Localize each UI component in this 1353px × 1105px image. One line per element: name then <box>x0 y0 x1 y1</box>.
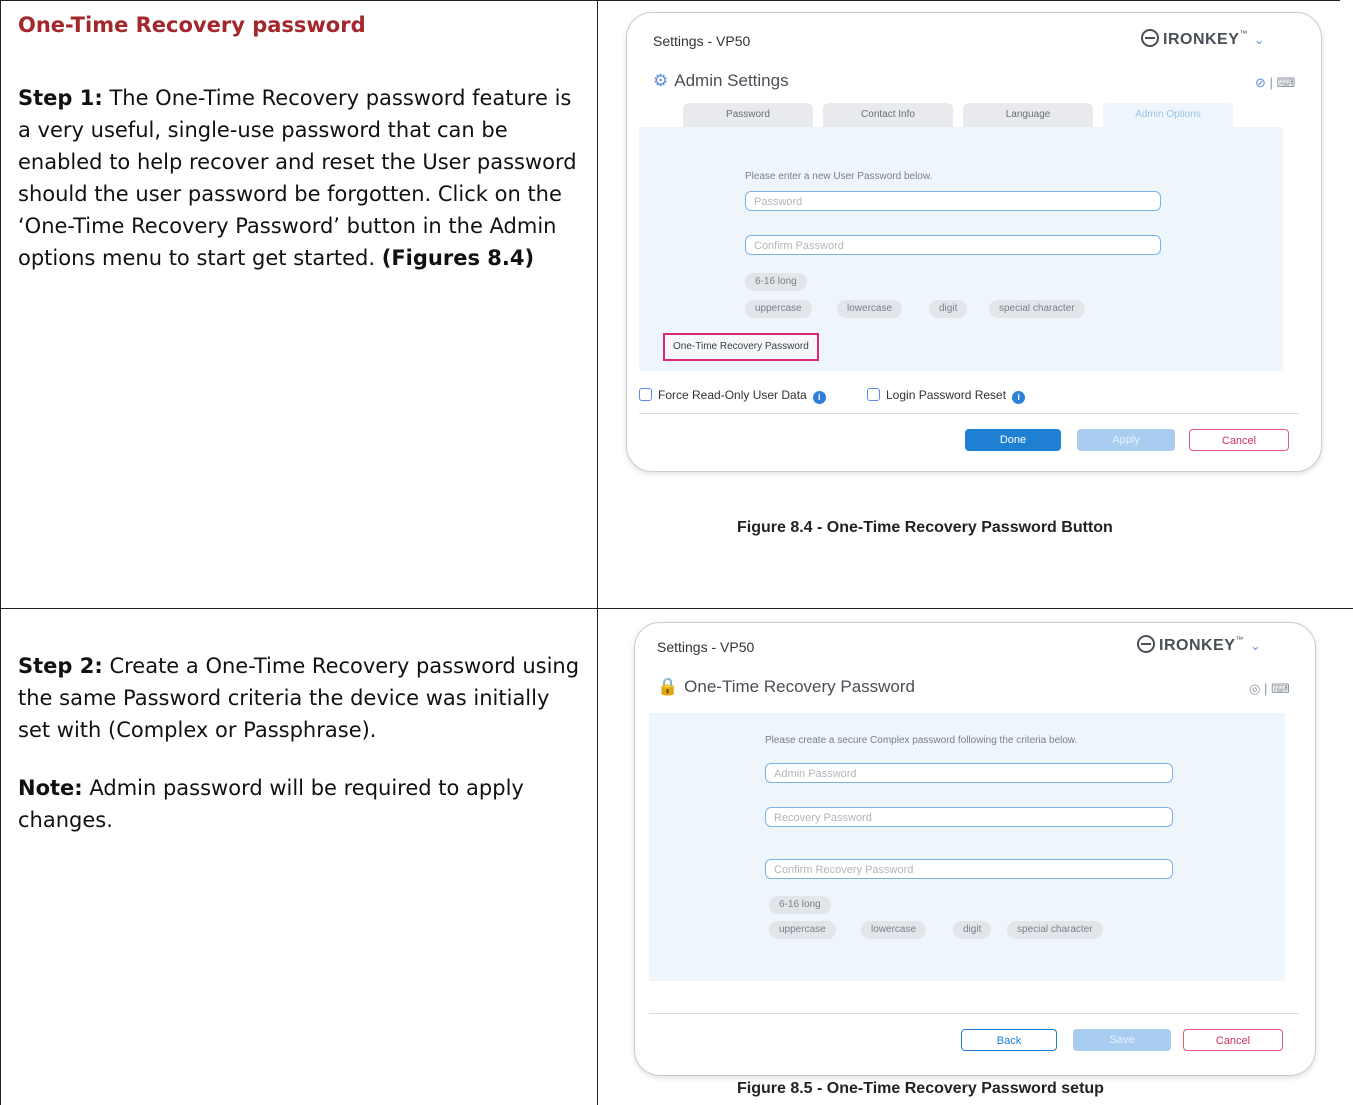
chevron-down-icon: ⌄ <box>1253 32 1266 47</box>
step2-label: Step 2: <box>18 654 103 678</box>
save-button[interactable]: Save <box>1073 1029 1171 1051</box>
ironkey-logo[interactable]: IRONKEY™ ⌄ <box>1141 29 1265 49</box>
brand-tm: ™ <box>1239 29 1248 38</box>
special-character-chip: special character <box>1007 921 1103 939</box>
length-chip: 6-16 long <box>745 273 807 291</box>
tab-admin-options[interactable]: Admin Options <box>1103 103 1233 127</box>
recovery-password-field[interactable]: Recovery Password <box>765 807 1173 827</box>
brand-name: IRONKEY <box>1159 637 1236 654</box>
table-column-divider <box>597 0 598 1105</box>
cancel-button[interactable]: Cancel <box>1189 429 1289 451</box>
section-title: One-Time Recovery password <box>18 13 366 37</box>
step2-paragraph: Step 2: Create a One-Time Recovery passw… <box>18 650 583 746</box>
info-icon[interactable]: i <box>1012 391 1026 404</box>
step1-paragraph: Step 1: The One-Time Recovery password f… <box>18 82 583 274</box>
digit-chip: digit <box>929 300 968 318</box>
tab-contact-info[interactable]: Contact Info <box>823 103 953 127</box>
uppercase-chip: uppercase <box>745 300 812 318</box>
login-password-reset-checkbox[interactable]: Login Password Reset i <box>867 388 1026 404</box>
info-icon[interactable]: i <box>812 391 826 404</box>
confirm-recovery-password-field[interactable]: Confirm Recovery Password <box>765 859 1173 879</box>
table-left-border <box>0 0 1 1105</box>
table-row-divider <box>0 608 1353 609</box>
table-top-border <box>0 0 1340 1</box>
admin-settings-window: Settings - VP50 IRONKEY™ ⌄ ⚙ Admin Setting… <box>626 12 1322 472</box>
eye-hidden-icon[interactable]: ⊘ <box>1255 75 1266 90</box>
gear-icon: ⚙ <box>653 71 669 90</box>
brand-name: IRONKEY <box>1163 31 1240 48</box>
panel-title: 🔒 One-Time Recovery Password <box>657 677 915 697</box>
lock-icon: 🔒 <box>657 677 679 696</box>
back-button[interactable]: Back <box>961 1029 1057 1051</box>
ironkey-logo[interactable]: IRONKEY™ ⌄ <box>1137 635 1261 655</box>
window-title: Settings - VP50 <box>657 639 755 655</box>
tab-language[interactable]: Language <box>963 103 1093 127</box>
panel-title: ⚙ Admin Settings <box>653 71 789 91</box>
figure-8-5-caption: Figure 8.5 - One-Time Recovery Password … <box>737 1080 1104 1097</box>
digit-chip: digit <box>953 921 992 939</box>
footer-separator <box>639 413 1299 414</box>
force-read-only-label: Force Read-Only User Data <box>658 388 807 402</box>
lowercase-chip: lowercase <box>837 300 903 318</box>
login-password-reset-label: Login Password Reset <box>886 388 1007 402</box>
recovery-panel <box>649 713 1285 981</box>
password-field[interactable]: Password <box>745 191 1161 211</box>
panel-title-text: One-Time Recovery Password <box>684 677 915 696</box>
window-title: Settings - VP50 <box>653 33 751 49</box>
tab-password[interactable]: Password <box>683 103 813 127</box>
recovery-password-window: Settings - VP50 IRONKEY™ ⌄ 🔒 One-Time Reco… <box>634 622 1316 1076</box>
figure-8-4-caption: Figure 8.4 - One-Time Recovery Password … <box>737 519 1113 536</box>
cancel-button[interactable]: Cancel <box>1183 1029 1283 1051</box>
chevron-down-icon: ⌄ <box>1249 638 1262 653</box>
note-label: Note: <box>18 776 83 800</box>
uppercase-chip: uppercase <box>769 921 836 939</box>
eye-icon[interactable]: ◎ <box>1249 681 1260 696</box>
step2-text: Create a One-Time Recovery password usin… <box>18 654 580 742</box>
apply-button[interactable]: Apply <box>1077 429 1175 451</box>
done-button[interactable]: Done <box>965 429 1061 451</box>
checkbox-box[interactable] <box>867 388 880 401</box>
footer-separator <box>649 1013 1299 1014</box>
keyboard-icon[interactable]: ⌨ <box>1271 681 1290 696</box>
complex-password-hint: Please create a secure Complex password … <box>765 735 1078 746</box>
ironkey-ring-icon <box>1137 635 1155 653</box>
step1-figref: (Figures 8.4) <box>381 246 535 270</box>
confirm-password-field[interactable]: Confirm Password <box>745 235 1161 255</box>
brand-tm: ™ <box>1235 635 1244 644</box>
special-character-chip: special character <box>989 300 1085 318</box>
user-password-hint: Please enter a new User Password below. <box>745 171 933 182</box>
keyboard-icon[interactable]: ⌨ <box>1277 75 1296 90</box>
note-paragraph: Note: Admin password will be required to… <box>18 772 583 836</box>
checkbox-box[interactable] <box>639 388 652 401</box>
admin-password-field[interactable]: Admin Password <box>765 763 1173 783</box>
step1-label: Step 1: <box>18 86 103 110</box>
toolbar-icons: ◎ | ⌨ <box>1249 681 1290 696</box>
note-text: Admin password will be required to apply… <box>18 776 524 832</box>
toolbar-icons: ⊘ | ⌨ <box>1255 75 1296 90</box>
length-chip: 6-16 long <box>769 896 831 914</box>
one-time-recovery-password-button[interactable]: One-Time Recovery Password <box>663 333 819 361</box>
force-read-only-checkbox[interactable]: Force Read-Only User Data i <box>639 388 826 404</box>
step1-text: The One-Time Recovery password feature i… <box>18 86 577 270</box>
panel-title-text: Admin Settings <box>674 71 789 90</box>
lowercase-chip: lowercase <box>861 921 927 939</box>
ironkey-ring-icon <box>1141 29 1159 47</box>
